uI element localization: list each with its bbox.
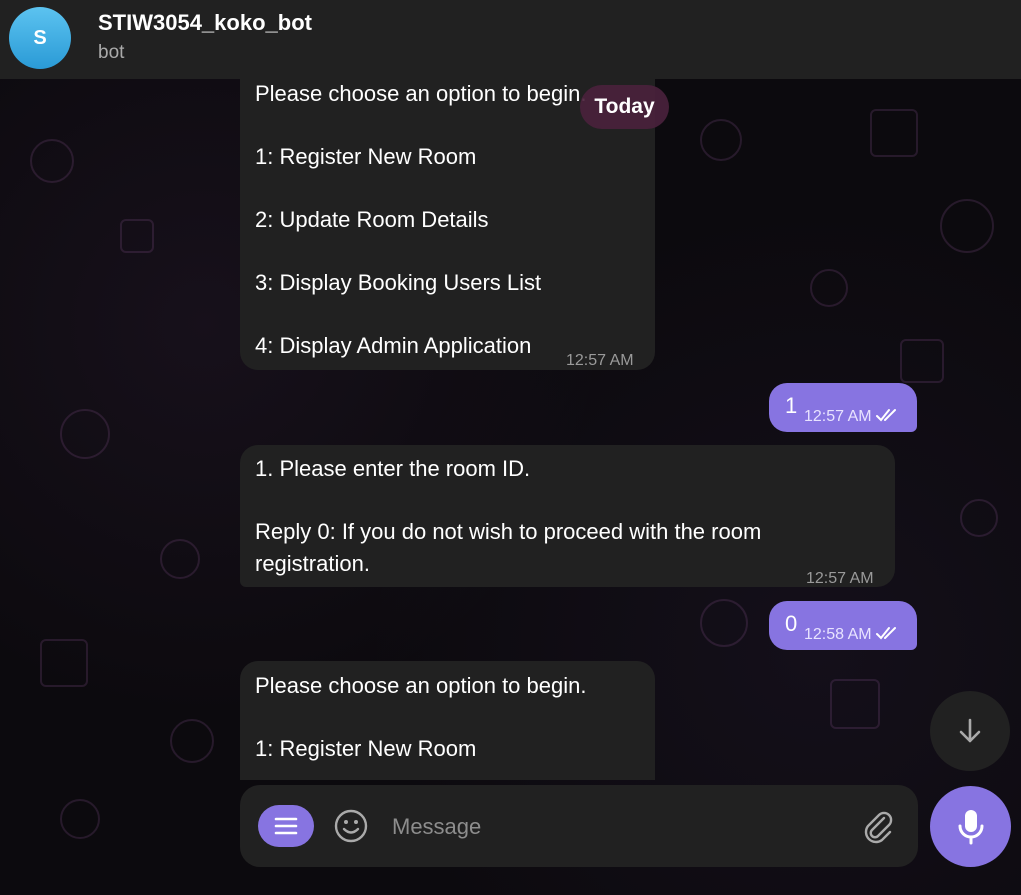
- message-line: 1: Register New Room: [255, 144, 477, 169]
- date-badge: Today: [580, 85, 669, 129]
- chat-subtitle: bot: [98, 42, 125, 63]
- outgoing-message[interactable]: 0 12:58 AM: [769, 601, 917, 650]
- message-line: Reply 0: If you do not wish to proceed w…: [255, 519, 762, 544]
- background-doodle: [170, 719, 214, 763]
- background-doodle: [960, 499, 998, 537]
- message-time: 12:57 AM: [566, 352, 634, 369]
- chat-title[interactable]: STIW3054_koko_bot: [98, 10, 312, 36]
- avatar-letter: S: [33, 26, 47, 49]
- background-doodle: [160, 539, 200, 579]
- message-time: 12:57 AM: [804, 408, 872, 425]
- double-check-icon: [876, 409, 896, 422]
- message-text: 0: [785, 611, 798, 636]
- menu-icon: [274, 817, 298, 835]
- background-doodle: [900, 339, 944, 383]
- background-doodle: [60, 409, 110, 459]
- background-doodle: [700, 599, 748, 647]
- message-time: 12:58 AM: [804, 626, 872, 643]
- background-doodle: [30, 139, 74, 183]
- outgoing-message[interactable]: 1 12:57 AM: [769, 383, 917, 432]
- paperclip-icon[interactable]: [860, 809, 896, 845]
- background-doodle: [830, 679, 880, 729]
- scroll-down-button[interactable]: [930, 691, 1010, 771]
- incoming-message[interactable]: 1. Please enter the room ID. Reply 0: If…: [240, 445, 895, 587]
- background-doodle: [120, 219, 154, 253]
- double-check-icon: [876, 627, 896, 640]
- message-line: Please choose an option to begin.: [255, 673, 587, 698]
- message-time: 12:57 AM: [806, 570, 874, 587]
- background-doodle: [870, 109, 918, 157]
- voice-record-button[interactable]: [930, 786, 1011, 867]
- message-line: 1: Register New Room: [255, 736, 477, 761]
- background-doodle: [940, 199, 994, 253]
- bot-menu-button[interactable]: [258, 805, 314, 847]
- message-input[interactable]: [390, 807, 844, 847]
- microphone-icon: [958, 809, 983, 844]
- background-doodle: [700, 119, 742, 161]
- message-line: 2: Update Room Details: [255, 207, 489, 232]
- chat-header[interactable]: S STIW3054_koko_bot bot: [0, 0, 1021, 79]
- arrow-down-icon: [959, 718, 981, 743]
- message-text: 1: [785, 393, 798, 418]
- incoming-message[interactable]: Please choose an option to begin. 1: Reg…: [240, 661, 655, 780]
- message-line: 3: Display Booking Users List: [255, 270, 542, 295]
- background-doodle: [60, 799, 100, 839]
- avatar[interactable]: S: [9, 7, 71, 69]
- background-doodle: [40, 639, 88, 687]
- background-doodle: [810, 269, 848, 307]
- message-composer: [240, 785, 918, 867]
- message-line: registration.: [255, 550, 370, 576]
- message-line: 1. Please enter the room ID.: [255, 456, 531, 481]
- emoji-icon[interactable]: [334, 809, 368, 843]
